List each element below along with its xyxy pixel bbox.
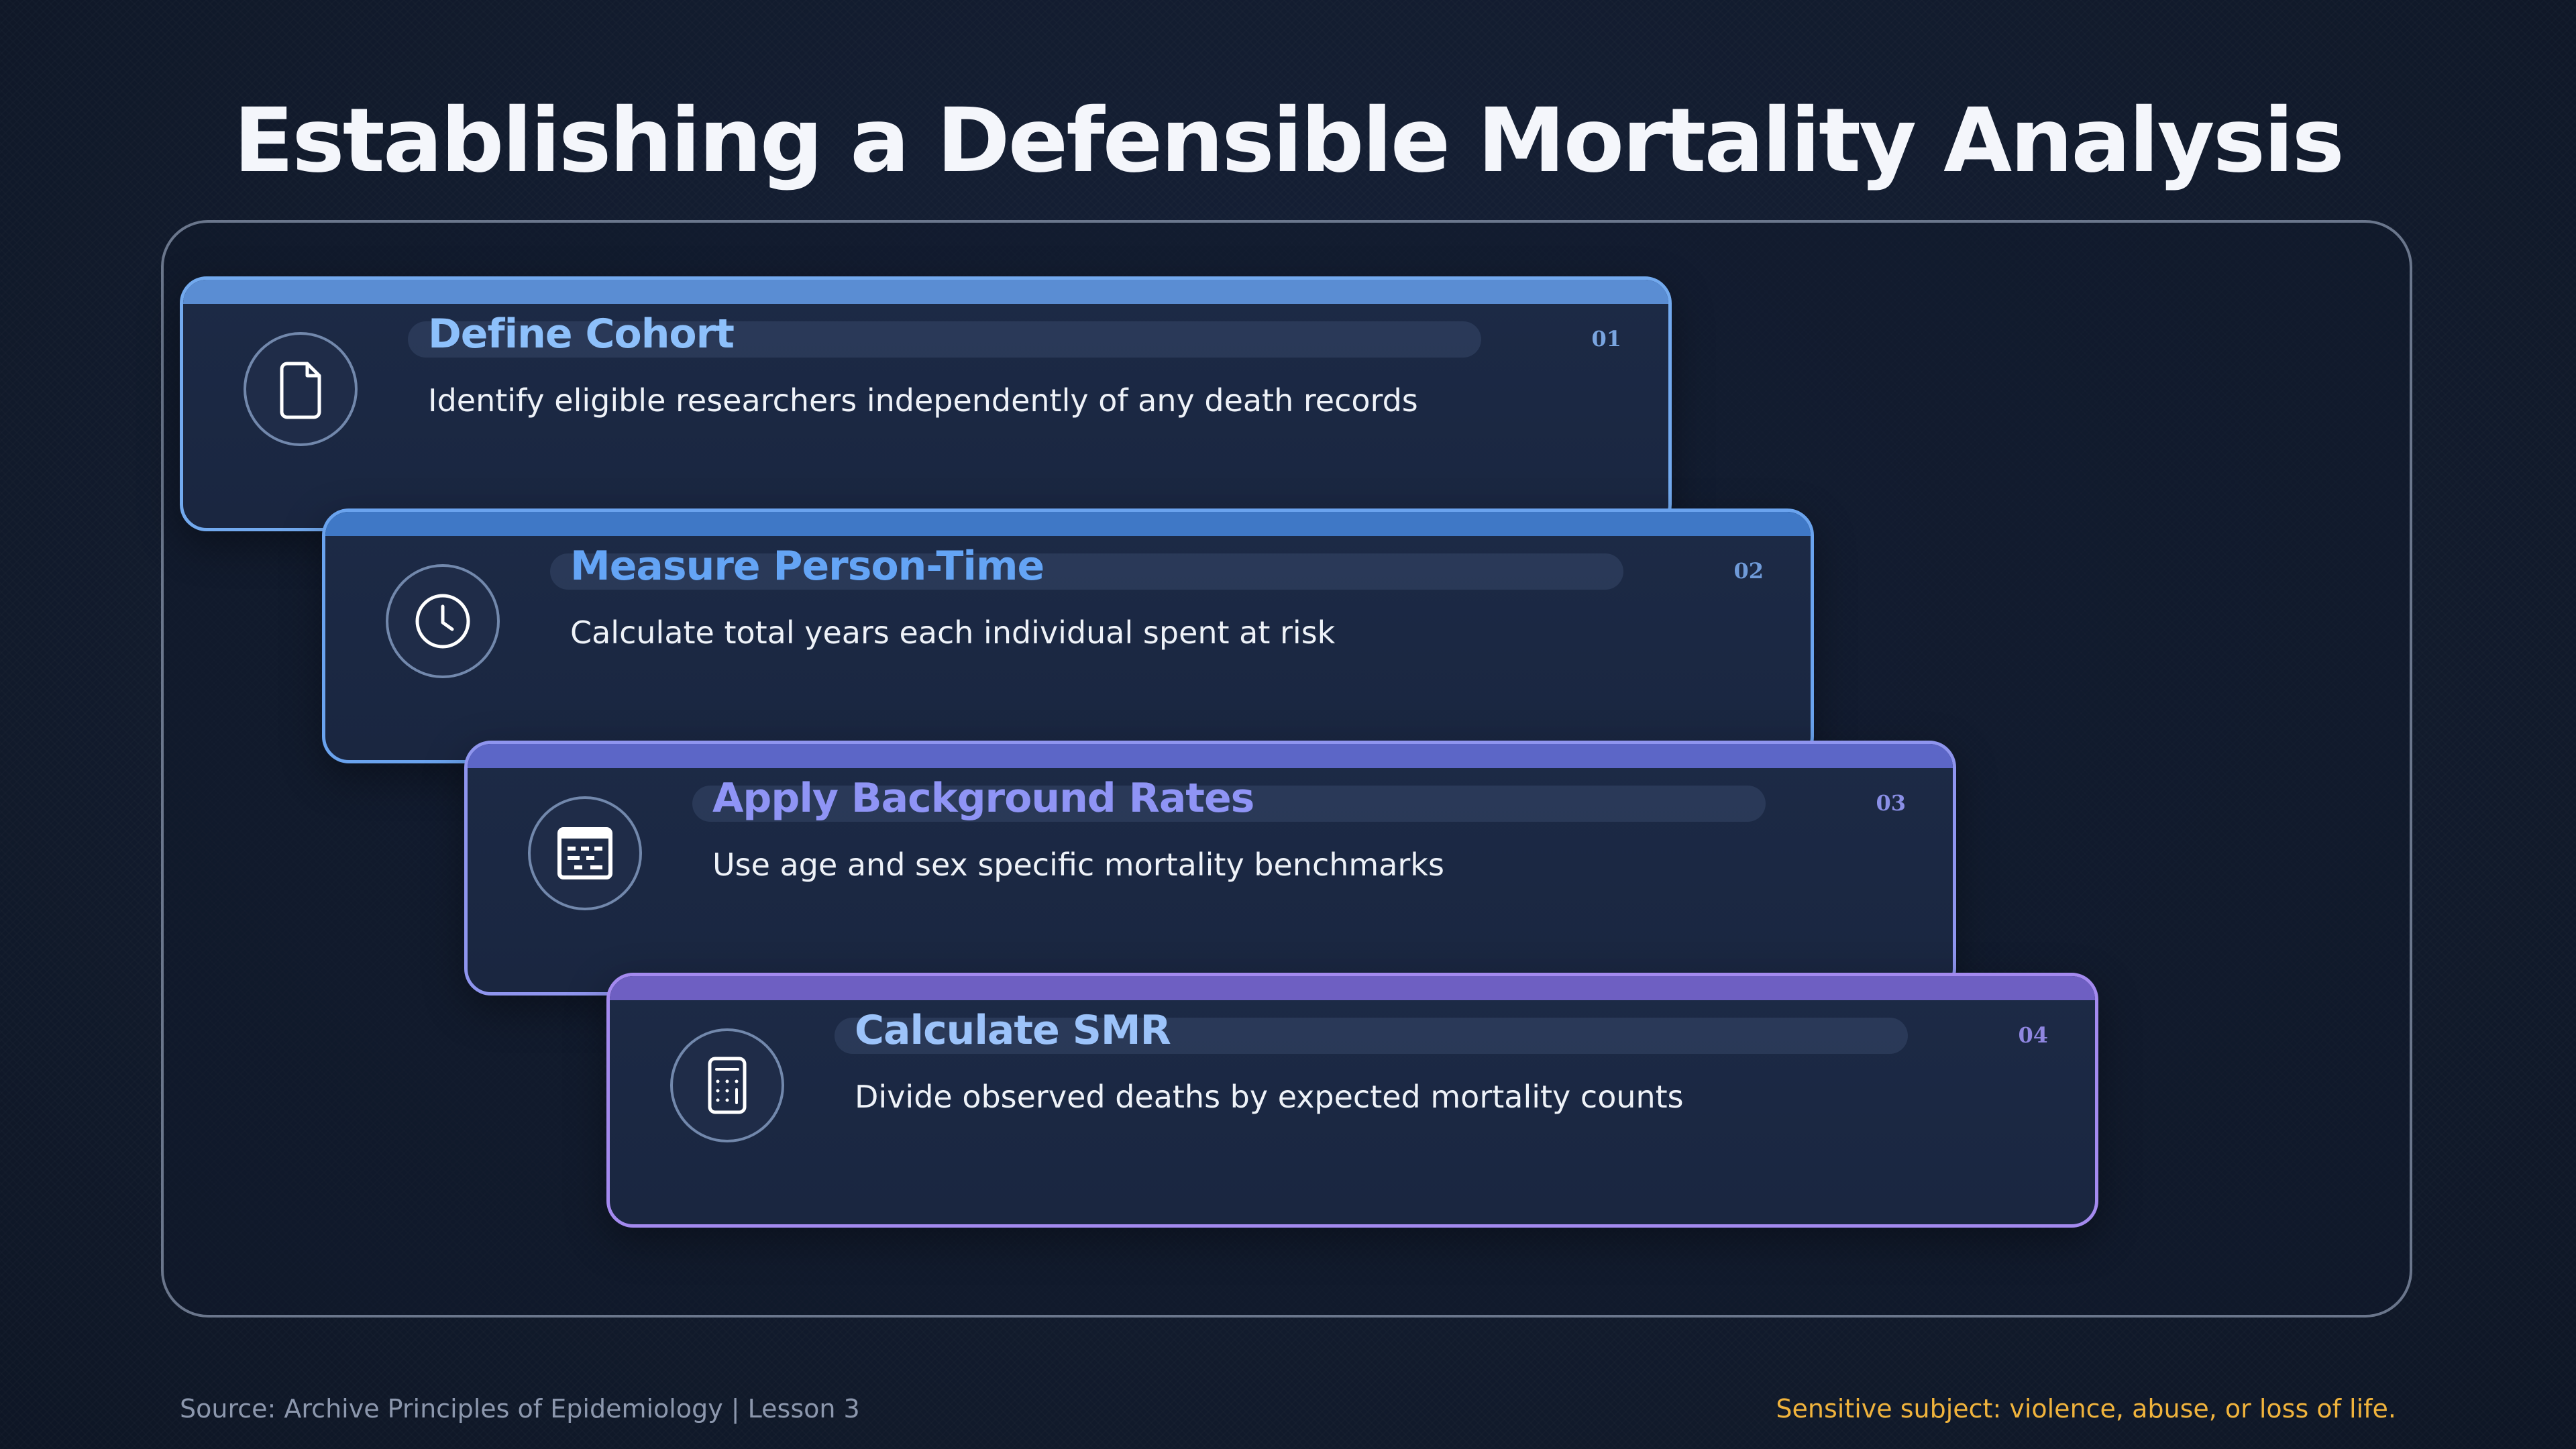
- step-card-top-bar: [325, 512, 1811, 536]
- clock-icon: [415, 594, 470, 649]
- step-title: Measure Person-Time: [570, 543, 1044, 590]
- document-icon: [280, 362, 321, 419]
- step-description: Use age and sex specific mortality bench…: [712, 847, 1444, 883]
- calculator-icon: [708, 1057, 747, 1114]
- step-title: Calculate SMR: [855, 1007, 1171, 1054]
- step-icon-badge: [670, 1028, 784, 1142]
- slide-title: Establishing a Defensible Mortality Anal…: [233, 89, 2345, 193]
- step-number: 01: [1591, 326, 1621, 352]
- step-card-apply-background-rates: Apply Background Rates Use age and sex s…: [464, 741, 1956, 996]
- step-card-top-bar: [610, 976, 2095, 1000]
- step-card-calculate-smr: Calculate SMR Divide observed deaths by …: [606, 973, 2098, 1228]
- step-title: Apply Background Rates: [712, 775, 1254, 822]
- step-number: 04: [2018, 1022, 2048, 1048]
- content-warning: Sensitive subject: violence, abuse, or l…: [1776, 1394, 2396, 1424]
- step-icon-badge: [244, 332, 358, 446]
- step-description: Calculate total years each individual sp…: [570, 614, 1336, 651]
- step-number: 03: [1876, 790, 1906, 816]
- step-number: 02: [1733, 558, 1764, 584]
- step-title: Define Cohort: [428, 311, 735, 358]
- step-description: Identify eligible researchers independen…: [428, 382, 1418, 419]
- table-icon: [557, 827, 612, 879]
- step-card-define-cohort: Define Cohort Identify eligible research…: [180, 276, 1672, 531]
- step-card-measure-person-time: Measure Person-Time Calculate total year…: [322, 508, 1814, 763]
- step-icon-badge: [386, 564, 500, 678]
- step-icon-badge: [528, 796, 642, 910]
- step-card-top-bar: [183, 280, 1668, 304]
- step-description: Divide observed deaths by expected morta…: [855, 1079, 1684, 1115]
- source-citation: Source: Archive Principles of Epidemiolo…: [180, 1394, 860, 1424]
- step-card-top-bar: [468, 744, 1953, 768]
